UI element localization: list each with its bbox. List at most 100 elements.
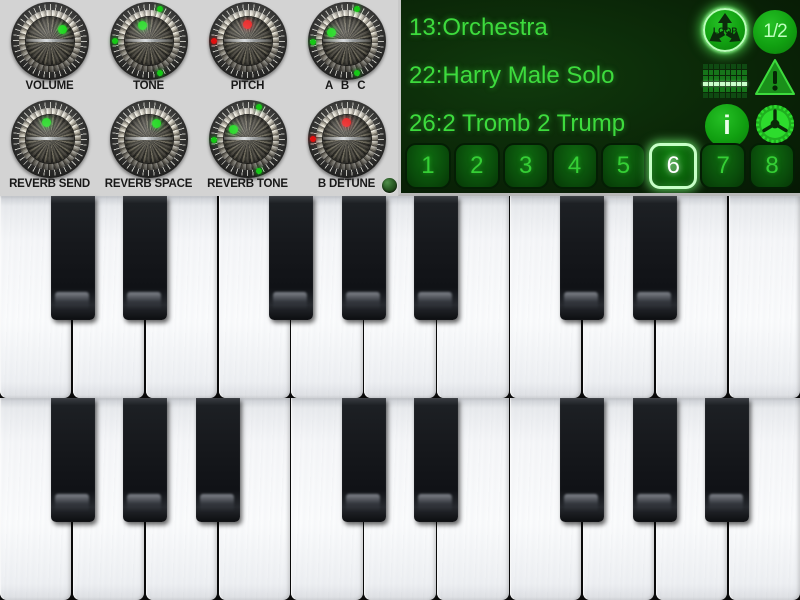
black-key[interactable] <box>414 398 459 522</box>
knob-led-1 <box>210 137 217 144</box>
knob-reverb-space[interactable]: REVERB SPACE <box>99 98 198 196</box>
knob-tone[interactable]: TONE <box>99 0 198 98</box>
knob-dial[interactable] <box>307 2 386 80</box>
knob-face <box>223 17 272 65</box>
knob-pitch[interactable]: PITCH <box>198 0 297 98</box>
info-icon[interactable]: i <box>705 104 749 148</box>
knob-led-1 <box>309 39 316 46</box>
display-text-lines: 13:Orchestra 22:Harry Male Solo 26:2 Tro… <box>409 4 699 148</box>
warning-triangle-glyph <box>755 59 795 95</box>
half-speed-icon-circle: 1/2 <box>753 10 797 54</box>
black-key[interactable] <box>341 398 386 522</box>
warning-icon[interactable] <box>753 56 797 100</box>
knob-label: PITCH <box>230 80 265 92</box>
knob-dial[interactable] <box>208 2 287 80</box>
upper-octave-row <box>0 196 800 398</box>
knob-indicator-dot <box>342 117 351 127</box>
black-key[interactable] <box>123 196 168 320</box>
loop-icon[interactable]: LOOP <box>703 8 747 52</box>
knob-face <box>25 115 74 163</box>
recycle-arrows-glyph: LOOP <box>709 13 741 42</box>
display-line-3[interactable]: 26:2 Tromb 2 Trump <box>409 100 699 148</box>
black-key[interactable] <box>705 398 750 522</box>
preset-button-3[interactable]: 3 <box>502 143 549 189</box>
white-key[interactable] <box>728 196 800 398</box>
preset-button-4[interactable]: 4 <box>551 143 598 189</box>
preset-button-row: 12345678 <box>405 143 795 189</box>
preset-button-1[interactable]: 1 <box>405 143 451 189</box>
black-key[interactable] <box>123 398 168 522</box>
display-line-2[interactable]: 22:Harry Male Solo <box>409 52 699 100</box>
knob-dial[interactable] <box>10 100 89 178</box>
synthesizer-app: VOLUME TONE PITCH A B C REVERB SEND REVERB SP… <box>0 0 800 600</box>
knob-volume[interactable]: VOLUME <box>0 0 99 98</box>
knob-dial[interactable] <box>307 100 386 178</box>
knob-a-b-c[interactable]: A B C <box>297 0 396 98</box>
knob-face <box>124 17 173 65</box>
knob-face <box>25 17 74 65</box>
knob-indicator-dot <box>327 28 337 37</box>
black-key[interactable] <box>50 196 95 320</box>
black-key[interactable] <box>632 398 677 522</box>
knob-face <box>223 115 272 163</box>
half-speed-label: 1/2 <box>763 21 787 42</box>
knob-face <box>322 115 371 163</box>
knob-dial[interactable] <box>10 2 89 80</box>
knob-face <box>124 115 173 163</box>
knob-dial[interactable] <box>109 100 188 178</box>
preset-button-6[interactable]: 6 <box>649 143 698 189</box>
black-key[interactable] <box>632 196 677 320</box>
info-icon-circle: i <box>705 104 749 148</box>
black-key[interactable] <box>341 196 386 320</box>
knob-label: TONE <box>133 80 164 92</box>
gear-glyph <box>756 105 794 143</box>
upper-white-keys <box>0 196 800 398</box>
preset-button-2[interactable]: 2 <box>453 143 500 189</box>
black-key[interactable] <box>559 196 604 320</box>
preset-button-7[interactable]: 7 <box>700 143 747 189</box>
knob-dial[interactable] <box>109 2 188 80</box>
knob-label: A B C <box>325 80 368 92</box>
preset-button-8[interactable]: 8 <box>749 143 795 189</box>
settings-gear-icon[interactable] <box>753 102 797 146</box>
black-key[interactable] <box>50 398 95 522</box>
knob-label: REVERB SPACE <box>104 178 193 190</box>
knob-grid: VOLUME TONE PITCH A B C REVERB SEND REVERB SP… <box>0 0 398 196</box>
knob-indicator-dot <box>138 20 148 30</box>
knob-label: VOLUME <box>25 80 74 92</box>
knob-indicator-dot <box>151 119 161 129</box>
lower-octave-row <box>0 398 800 600</box>
knob-label: REVERB SEND <box>9 178 90 190</box>
status-led <box>382 178 397 193</box>
knob-led-1 <box>210 38 217 44</box>
knob-indicator-dot <box>228 125 238 135</box>
lcd-display: 13:Orchestra 22:Harry Male Solo 26:2 Tro… <box>398 0 800 196</box>
knob-reverb-tone[interactable]: REVERB TONE <box>198 98 297 196</box>
control-panel: VOLUME TONE PITCH A B C REVERB SEND REVERB SP… <box>0 0 800 196</box>
black-key[interactable] <box>414 196 459 320</box>
black-key[interactable] <box>559 398 604 522</box>
info-icon-label: i <box>723 109 731 140</box>
knob-indicator-dot <box>42 117 52 127</box>
knob-indicator-dot <box>243 19 252 29</box>
knob-face <box>322 17 371 65</box>
black-key[interactable] <box>268 196 313 320</box>
knob-b-detune[interactable]: B DETUNE <box>297 98 396 196</box>
knob-led-1 <box>111 38 118 44</box>
knob-label: REVERB TONE <box>207 178 288 190</box>
black-key[interactable] <box>196 398 241 522</box>
knob-dial[interactable] <box>208 100 287 178</box>
display-icon-cluster: LOOP 1/2 i <box>701 6 799 148</box>
level-meter-grid <box>703 64 747 98</box>
half-speed-icon[interactable]: 1/2 <box>753 10 797 54</box>
loop-icon-circle: LOOP <box>703 8 747 52</box>
knob-led-3 <box>354 5 360 12</box>
preset-button-5[interactable]: 5 <box>600 143 647 189</box>
loop-icon-text: LOOP <box>713 26 737 36</box>
knob-indicator-dot <box>57 25 67 35</box>
level-meter-icon[interactable] <box>703 58 747 102</box>
display-line-1[interactable]: 13:Orchestra <box>409 4 699 52</box>
piano-keyboard <box>0 196 800 600</box>
knob-led-1 <box>309 136 316 142</box>
knob-reverb-send[interactable]: REVERB SEND <box>0 98 99 196</box>
